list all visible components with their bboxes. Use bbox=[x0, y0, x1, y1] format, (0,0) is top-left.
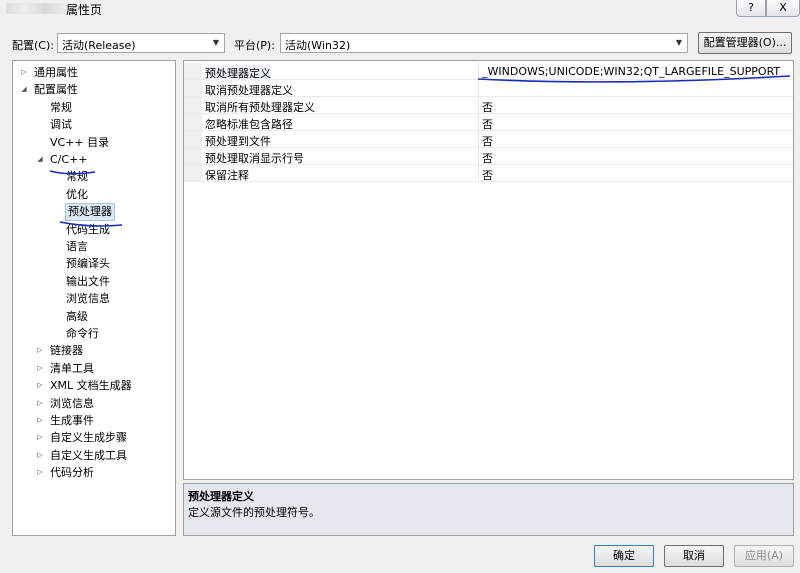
tree-item[interactable]: 常规 bbox=[66, 169, 88, 185]
tree-item[interactable]: C/C++ bbox=[50, 152, 88, 168]
expand-arrow-icon[interactable]: ▷ bbox=[35, 346, 45, 354]
collapse-arrow-icon[interactable]: ◢ bbox=[19, 85, 29, 93]
property-row[interactable]: 取消所有预处理器定义 否 bbox=[184, 97, 793, 114]
expand-arrow-icon[interactable]: ▷ bbox=[19, 68, 29, 76]
column-divider[interactable] bbox=[478, 80, 479, 96]
tree-item[interactable]: 调试 bbox=[50, 117, 72, 133]
property-tree: ▷ 通用属性 ◢ 配置属性 常规 调试 VC++ 目录 ◢ C/C++ 常规 优化 预处理器 代码生成语… bbox=[12, 60, 176, 536]
platform-dropdown[interactable]: 活动(Win32) ▼ bbox=[280, 33, 688, 53]
column-divider[interactable] bbox=[478, 97, 479, 113]
property-value[interactable]: _WINDOWS;UNICODE;WIN32;QT_LARGEFILE_SUPP… bbox=[482, 65, 780, 78]
tree-item[interactable]: 预处理器 bbox=[65, 203, 115, 222]
tree-item[interactable]: 清单工具 bbox=[50, 361, 94, 377]
tree-item[interactable]: 浏览信息 bbox=[66, 291, 110, 307]
platform-label: 平台(P): bbox=[234, 39, 275, 52]
tree-item[interactable]: 配置属性 bbox=[34, 82, 78, 98]
tree-item[interactable]: 输出文件 bbox=[66, 274, 110, 290]
title-bar: 属性页 ? X bbox=[0, 0, 800, 18]
column-divider[interactable] bbox=[478, 131, 479, 147]
expand-arrow-icon[interactable]: ▷ bbox=[35, 433, 45, 441]
property-row[interactable]: 忽略标准包含路径 否 bbox=[184, 114, 793, 131]
tree-item[interactable]: 链接器 bbox=[50, 343, 83, 359]
expand-arrow-icon[interactable]: ▷ bbox=[35, 468, 45, 476]
property-name: 预处理器定义 bbox=[205, 65, 271, 81]
config-manager-button[interactable]: 配置管理器(O)... bbox=[698, 32, 792, 54]
column-divider[interactable] bbox=[478, 114, 479, 130]
column-divider[interactable] bbox=[478, 165, 479, 181]
property-name: 保留注释 bbox=[205, 169, 249, 182]
property-row[interactable]: 取消预处理器定义 bbox=[184, 80, 793, 97]
blurred-title-prefix bbox=[6, 3, 64, 14]
property-value[interactable]: 否 bbox=[482, 167, 493, 183]
tree-item[interactable]: 语言 bbox=[66, 239, 88, 255]
tree-item[interactable]: XML 文档生成器 bbox=[50, 378, 132, 394]
tree-item[interactable]: 常规 bbox=[50, 100, 72, 116]
property-value[interactable]: 否 bbox=[482, 116, 493, 132]
row-gutter bbox=[184, 80, 202, 96]
row-gutter bbox=[184, 131, 202, 147]
platform-value: 活动(Win32) bbox=[285, 39, 351, 52]
row-gutter bbox=[184, 148, 202, 164]
description-text: 定义源文件的预处理符号。 bbox=[188, 506, 320, 519]
chevron-down-icon: ▼ bbox=[212, 38, 220, 47]
tree-item[interactable]: 命令行 bbox=[66, 326, 99, 342]
expand-arrow-icon[interactable]: ▷ bbox=[35, 399, 45, 407]
config-label: 配置(C): bbox=[12, 39, 54, 52]
expand-arrow-icon[interactable]: ▷ bbox=[35, 381, 45, 389]
tree-item[interactable]: 代码生成 bbox=[66, 222, 110, 238]
window-title: 属性页 bbox=[66, 3, 103, 17]
property-name: 取消预处理器定义 bbox=[205, 84, 293, 97]
cancel-button[interactable]: 取消 bbox=[664, 545, 724, 567]
tree-item[interactable]: 高级 bbox=[66, 309, 88, 325]
tree-item[interactable]: 代码分析 bbox=[50, 465, 94, 481]
row-gutter bbox=[184, 97, 202, 113]
help-button[interactable]: ? bbox=[736, 0, 766, 17]
expand-arrow-icon[interactable]: ▷ bbox=[35, 416, 45, 424]
column-divider[interactable] bbox=[478, 148, 479, 164]
tree-item[interactable]: 预编译头 bbox=[66, 256, 110, 272]
expand-arrow-icon[interactable]: ▷ bbox=[35, 451, 45, 459]
close-button[interactable]: X bbox=[766, 0, 800, 17]
property-name: 预处理取消显示行号 bbox=[205, 152, 304, 165]
tree-item[interactable]: 自定义生成工具 bbox=[50, 448, 127, 464]
column-divider[interactable] bbox=[478, 63, 479, 79]
chevron-down-icon: ▼ bbox=[675, 38, 683, 47]
ok-button[interactable]: 确定 bbox=[594, 545, 654, 567]
collapse-arrow-icon[interactable]: ◢ bbox=[35, 155, 45, 163]
property-row[interactable]: 预处理取消显示行号 否 bbox=[184, 148, 793, 165]
property-grid: 预处理器定义 _WINDOWS;UNICODE;WIN32;QT_LARGEFIL… bbox=[183, 60, 794, 480]
description-panel: 预处理器定义 定义源文件的预处理符号。 bbox=[183, 483, 794, 536]
tree-item[interactable]: VC++ 目录 bbox=[50, 135, 109, 151]
property-name: 取消所有预处理器定义 bbox=[205, 101, 315, 114]
property-value[interactable]: 否 bbox=[482, 99, 493, 115]
row-gutter bbox=[184, 165, 202, 181]
expand-arrow-icon[interactable]: ▷ bbox=[35, 364, 45, 372]
config-bar: 配置(C): 活动(Release) ▼ 平台(P): 活动(Win32) ▼ … bbox=[0, 32, 800, 56]
tree-item[interactable]: 优化 bbox=[66, 187, 88, 203]
property-name: 忽略标准包含路径 bbox=[205, 118, 293, 131]
description-title: 预处理器定义 bbox=[188, 490, 254, 503]
config-value: 活动(Release) bbox=[62, 39, 136, 52]
row-gutter bbox=[184, 114, 202, 130]
property-row[interactable]: 保留注释 否 bbox=[184, 165, 793, 182]
property-row[interactable]: 预处理器定义 _WINDOWS;UNICODE;WIN32;QT_LARGEFIL… bbox=[184, 63, 793, 81]
tree-item[interactable]: 通用属性 bbox=[34, 65, 78, 81]
apply-button[interactable]: 应用(A) bbox=[734, 545, 794, 567]
tree-item[interactable]: 自定义生成步骤 bbox=[50, 430, 127, 446]
config-dropdown[interactable]: 活动(Release) ▼ bbox=[57, 33, 225, 53]
tree-item[interactable]: 生成事件 bbox=[50, 413, 94, 429]
property-name: 预处理到文件 bbox=[205, 135, 271, 148]
property-value[interactable]: 否 bbox=[482, 133, 493, 149]
property-row[interactable]: 预处理到文件 否 bbox=[184, 131, 793, 148]
property-value[interactable]: 否 bbox=[482, 150, 493, 166]
tree-item[interactable]: 浏览信息 bbox=[50, 396, 94, 412]
row-gutter bbox=[184, 63, 202, 79]
